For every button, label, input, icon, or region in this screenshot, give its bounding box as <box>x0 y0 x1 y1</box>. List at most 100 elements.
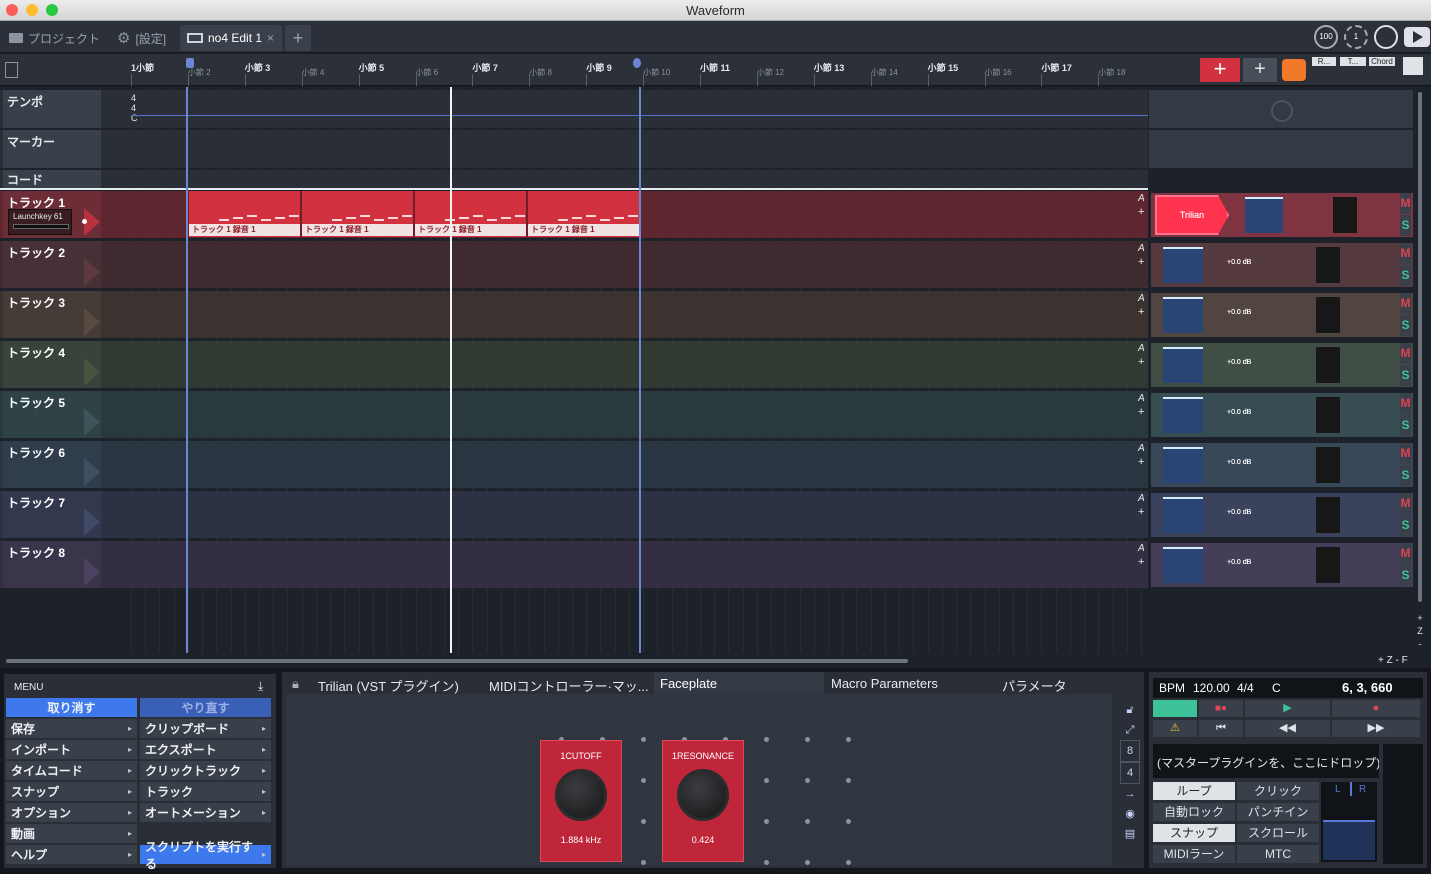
faceplate-slot[interactable] <box>764 737 769 742</box>
track-plugin-strip[interactable]: +0.0 dB <box>1151 393 1413 437</box>
automation-letter[interactable]: A <box>1138 493 1145 504</box>
solo-button[interactable]: S <box>1400 515 1411 536</box>
faceplate-slot[interactable] <box>641 737 646 742</box>
mixer-icon[interactable] <box>1403 57 1423 75</box>
menu-item-right[interactable]: スクリプトを実行する ▸ <box>140 840 271 871</box>
mute-button[interactable]: M <box>1400 443 1411 464</box>
mute-button[interactable]: M <box>1400 193 1411 214</box>
track-row[interactable]: トラック 6 A + <box>0 441 1148 488</box>
toggle-button[interactable]: ループ <box>1153 782 1235 800</box>
timeline-ruler[interactable]: 1小節 小節 2 小節 3 小節 4 小節 5 小節 6 小節 7 小節 8 小節 9 小節 10… <box>0 54 1431 86</box>
add-tab-button[interactable]: + <box>285 25 311 51</box>
faceplate-slot[interactable] <box>846 737 851 742</box>
ruler-button-chord[interactable]: Chord <box>1369 57 1395 66</box>
faceplate-slot[interactable] <box>641 778 646 783</box>
chord-lane[interactable]: コード <box>0 170 1148 188</box>
volume-fader[interactable] <box>1163 547 1203 583</box>
automation-add[interactable]: + <box>1138 356 1144 368</box>
plugin-icon[interactable] <box>1282 59 1306 81</box>
loop-end-marker[interactable] <box>633 58 641 68</box>
solo-button[interactable]: S <box>1400 465 1411 486</box>
automation-letter[interactable]: A <box>1138 443 1145 454</box>
cutoff-knob[interactable] <box>555 769 607 821</box>
document-icon[interactable]: ▤ <box>1120 824 1140 844</box>
record-mode-button[interactable]: ■● <box>1199 700 1243 717</box>
tab-macro-parameters[interactable]: Macro Parameters <box>831 676 938 691</box>
toggle-button[interactable]: MIDIラーン <box>1153 845 1235 863</box>
menu-item-left[interactable]: 保存 ▸ <box>6 719 137 738</box>
tab-project[interactable]: プロジェクト <box>2 25 107 51</box>
toggle-button[interactable]: 自動ロック <box>1153 803 1235 821</box>
add-track-button[interactable]: + <box>1200 58 1240 82</box>
automation-letter[interactable]: A <box>1138 343 1145 354</box>
track-plugin-strip[interactable]: Trilian <box>1151 193 1413 237</box>
cutoff-control[interactable]: 1CUTOFF 1.884 kHz <box>540 740 622 862</box>
volume-fader[interactable] <box>1163 497 1203 533</box>
rewind-button[interactable]: ◀◀ <box>1245 720 1330 737</box>
midi-clip[interactable]: トラック 1 録音 1 <box>527 191 639 237</box>
solo-button[interactable]: S <box>1400 365 1411 386</box>
menu-item-right[interactable]: オートメーション ▸ <box>140 803 271 822</box>
menu-item-right[interactable]: クリックトラック ▸ <box>140 761 271 780</box>
faceplate-slot[interactable] <box>846 860 851 865</box>
toggle-button[interactable]: スナップ <box>1153 824 1235 842</box>
tab-parameters[interactable]: パラメータ <box>1002 676 1067 695</box>
resonance-knob[interactable] <box>677 769 729 821</box>
lock-icon[interactable]: 🔒︎ <box>292 676 299 692</box>
faceplate-slot[interactable] <box>846 819 851 824</box>
menu-item-right[interactable]: エクスポート ▸ <box>140 740 271 759</box>
automation-add[interactable]: + <box>1138 506 1144 518</box>
playhead-line[interactable] <box>450 87 452 653</box>
faceplate-slot[interactable] <box>805 819 810 824</box>
loop-start-line[interactable] <box>186 87 188 653</box>
solo-button[interactable]: S <box>1400 565 1411 586</box>
expand-icon[interactable]: ⤢ <box>1120 720 1140 740</box>
tab-edit[interactable]: no4 Edit 1 × <box>180 25 282 51</box>
unlock-icon[interactable]: 🔓︎ <box>1120 700 1140 720</box>
download-icon[interactable]: ⤓ <box>258 679 263 694</box>
automation-letter[interactable]: A <box>1138 193 1145 204</box>
record-button[interactable]: ● <box>1332 700 1420 717</box>
faceplate-slot[interactable] <box>805 778 810 783</box>
play-circle-icon[interactable]: ◉ <box>1120 804 1140 824</box>
faceplate-slot[interactable] <box>641 860 646 865</box>
vertical-scrollbar[interactable] <box>1418 92 1422 602</box>
toggle-button[interactable]: パンチイン <box>1237 803 1319 821</box>
automation-add[interactable]: + <box>1138 256 1144 268</box>
master-level[interactable] <box>1323 820 1375 860</box>
mute-button[interactable]: M <box>1400 293 1411 314</box>
solo-button[interactable]: S <box>1400 215 1411 236</box>
faceplate-slot[interactable] <box>764 778 769 783</box>
volume-fader[interactable] <box>1163 397 1203 433</box>
tab-faceplate[interactable]: Faceplate <box>654 672 824 694</box>
automation-letter[interactable]: A <box>1138 243 1145 254</box>
track-plugin-strip[interactable]: +0.0 dB <box>1151 493 1413 537</box>
midi-clip[interactable]: トラック 1 録音 1 <box>414 191 526 237</box>
track-row[interactable]: トラック 8 A + <box>0 541 1148 588</box>
clock-icon[interactable] <box>1374 25 1398 49</box>
track-row[interactable]: トラック 7 A + <box>0 491 1148 538</box>
loop-end-line[interactable] <box>639 87 641 653</box>
master-fader[interactable]: L R <box>1321 782 1377 862</box>
bpm-value[interactable]: 120.00 <box>1193 681 1230 695</box>
volume-fader[interactable] <box>1163 347 1203 383</box>
solo-button[interactable]: S <box>1400 315 1411 336</box>
horizontal-scrollbar[interactable] <box>6 659 908 663</box>
play-icon[interactable] <box>1404 27 1430 47</box>
sidebar-toggle-icon[interactable] <box>5 62 18 78</box>
record-arm-icon[interactable] <box>82 219 87 224</box>
automation-icon[interactable] <box>1271 100 1293 122</box>
mute-button[interactable]: M <box>1400 543 1411 564</box>
tab-plugin[interactable]: Trilian (VST プラグイン) <box>318 676 459 695</box>
track-area[interactable]: テンポ 4 4 C マーカー コード トラック 1 Launchkey 61 A + ト… <box>0 87 1148 653</box>
menu-item-left[interactable]: ヘルプ ▸ <box>6 845 137 864</box>
grid-8-button[interactable]: 8 <box>1120 740 1140 762</box>
go-to-start-button[interactable]: ⏮ <box>1199 720 1243 737</box>
play-button[interactable]: ▶ <box>1245 700 1330 717</box>
toggle-button[interactable]: MTC <box>1237 845 1319 863</box>
redo-button[interactable]: やり直す <box>140 698 271 717</box>
mute-button[interactable]: M <box>1400 343 1411 364</box>
faceplate-slot[interactable] <box>846 778 851 783</box>
mute-button[interactable]: M <box>1400 243 1411 264</box>
faceplate-slot[interactable] <box>764 819 769 824</box>
